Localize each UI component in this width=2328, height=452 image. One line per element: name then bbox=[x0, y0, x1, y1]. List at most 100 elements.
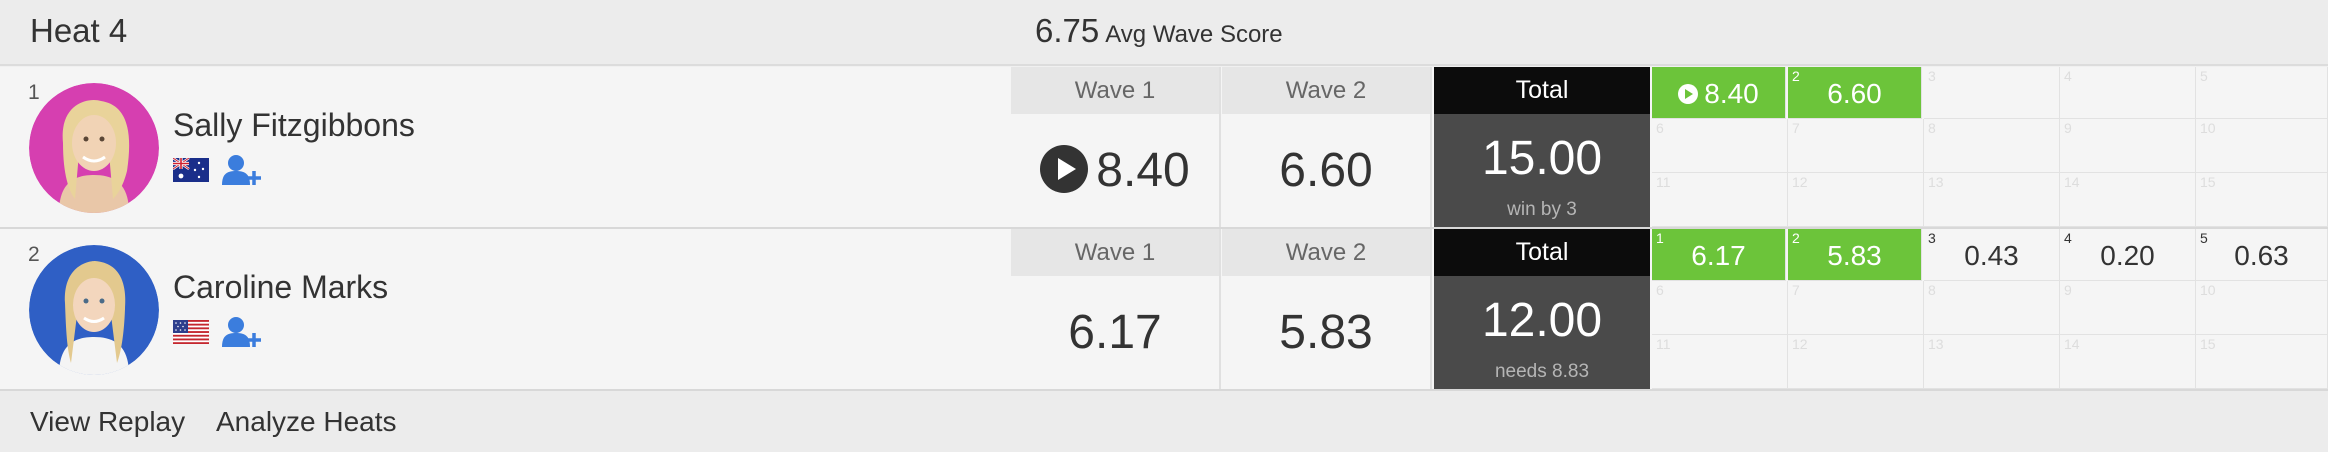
wave-2-score: 6.60 bbox=[1279, 144, 1373, 197]
wave-cell-number: 15 bbox=[2200, 336, 2216, 352]
total-header: Total bbox=[1434, 67, 1650, 114]
wave-cell-number: 7 bbox=[1792, 282, 1800, 298]
avg-score-value: 6.75 bbox=[1035, 12, 1100, 49]
wave-cell[interactable]: 3 0.43 bbox=[1924, 229, 2060, 281]
wave-cell-score: 0.20 bbox=[2100, 240, 2155, 271]
wave-cell[interactable]: 8.40 bbox=[1652, 67, 1786, 119]
wave-cell: 14 bbox=[2060, 173, 2196, 227]
follow-athlete-icon[interactable] bbox=[222, 315, 262, 347]
wave-2-header: Wave 2 bbox=[1222, 67, 1430, 114]
australia-flag-icon bbox=[173, 158, 209, 182]
wave-cell: 15 bbox=[2196, 335, 2328, 389]
total-note: needs 8.83 bbox=[1494, 361, 1590, 382]
total-column: Total 15.00 win by 3 bbox=[1434, 67, 1650, 227]
wave-1-score-value: 8.40 bbox=[1096, 144, 1190, 197]
athlete-seed: 1 bbox=[28, 81, 40, 104]
wave-cell: 4 bbox=[2060, 67, 2196, 119]
usa-flag-icon bbox=[173, 320, 209, 344]
wave-1-header: Wave 1 bbox=[1011, 67, 1219, 114]
wave-cell-number: 10 bbox=[2200, 282, 2216, 298]
wave-cell-score: 0.63 bbox=[2234, 240, 2289, 271]
wave-cell-number: 7 bbox=[1792, 120, 1800, 136]
wave-cell-score: 6.17 bbox=[1691, 240, 1746, 271]
wave-cell: 12 bbox=[1788, 335, 1924, 389]
play-replay-icon[interactable] bbox=[1040, 145, 1089, 194]
wave-cell-number: 12 bbox=[1792, 174, 1808, 190]
wave-1-score[interactable]: 8.40 bbox=[1011, 114, 1219, 227]
wave-cell-number: 8 bbox=[1928, 120, 1936, 136]
avatar bbox=[29, 245, 159, 375]
wave-cell-number: 12 bbox=[1792, 336, 1808, 352]
wave-cell-number: 8 bbox=[1928, 282, 1936, 298]
wave-cell-number: 5 bbox=[2200, 68, 2208, 84]
wave-cell-number: 6 bbox=[1656, 282, 1664, 298]
total-note: win by 3 bbox=[1507, 199, 1577, 220]
wave-cell-number: 14 bbox=[2064, 336, 2080, 352]
athlete-name[interactable]: Sally Fitzgibbons bbox=[173, 107, 415, 144]
wave-cell-number: 15 bbox=[2200, 174, 2216, 190]
wave-cell-number: 4 bbox=[2064, 68, 2072, 84]
analyze-heats-link[interactable]: Analyze Heats bbox=[216, 406, 397, 438]
wave-cell: 15 bbox=[2196, 173, 2328, 227]
wave-cell: 11 bbox=[1652, 173, 1788, 227]
total-score: 15.00 bbox=[1481, 132, 1603, 185]
wave-cell-number: 11 bbox=[1656, 174, 1671, 190]
view-replay-link[interactable]: View Replay bbox=[30, 406, 185, 438]
wave-cell-number: 13 bbox=[1928, 174, 1944, 190]
avg-score-label: Avg Wave Score bbox=[1105, 21, 1283, 48]
athlete-seed: 2 bbox=[28, 243, 40, 266]
wave-cell-score: 5.83 bbox=[1827, 240, 1882, 271]
wave-cell[interactable]: 4 0.20 bbox=[2060, 229, 2196, 281]
wave-cell: 13 bbox=[1924, 335, 2060, 389]
wave-1-column: Wave 1 8.40 bbox=[1011, 67, 1221, 227]
wave-cell[interactable]: 2 6.60 bbox=[1788, 67, 1922, 119]
wave-cell-score: 6.60 bbox=[1827, 78, 1882, 109]
wave-grid: 8.40 2 6.60 3 4 5 6 7 8 9 10 11 12 13 14… bbox=[1652, 67, 2328, 227]
wave-cell[interactable]: 2 5.83 bbox=[1788, 229, 1922, 281]
wave-cell: 6 bbox=[1652, 281, 1788, 335]
wave-cell: 6 bbox=[1652, 119, 1788, 173]
wave-cell-score: 0.43 bbox=[1964, 240, 2019, 271]
total-score: 12.00 bbox=[1481, 294, 1603, 347]
follow-athlete-icon[interactable] bbox=[222, 153, 262, 185]
wave-cell-number: 10 bbox=[2200, 120, 2216, 136]
wave-cell-number: 6 bbox=[1656, 120, 1664, 136]
wave-cell: 7 bbox=[1788, 119, 1924, 173]
wave-cell-number: 14 bbox=[2064, 174, 2080, 190]
wave-cell-number: 11 bbox=[1656, 336, 1671, 352]
wave-2-column: Wave 2 5.83 bbox=[1222, 229, 1432, 389]
wave-cell: 11 bbox=[1652, 335, 1788, 389]
wave-cell: 10 bbox=[2196, 119, 2328, 173]
athlete-row-1: 1 Sally Fitzgibbons Wave 1 8.40 Wave 2 6… bbox=[0, 67, 2328, 229]
wave-cell: 9 bbox=[2060, 281, 2196, 335]
wave-cell[interactable]: 1 6.17 bbox=[1652, 229, 1786, 281]
total-header: Total bbox=[1434, 229, 1650, 276]
avatar bbox=[29, 83, 159, 213]
total-column: Total 12.00 needs 8.83 bbox=[1434, 229, 1650, 389]
wave-2-column: Wave 2 6.60 bbox=[1222, 67, 1432, 227]
wave-cell-score: 8.40 bbox=[1704, 78, 1759, 109]
wave-cell: 9 bbox=[2060, 119, 2196, 173]
avg-wave-score: 6.75 Avg Wave Score bbox=[1035, 12, 1283, 50]
wave-cell: 12 bbox=[1788, 173, 1924, 227]
wave-cell: 13 bbox=[1924, 173, 2060, 227]
heat-title: Heat 4 bbox=[30, 12, 128, 49]
athlete-name[interactable]: Caroline Marks bbox=[173, 269, 388, 306]
heat-footer: View Replay Analyze Heats bbox=[0, 391, 2328, 452]
wave-cell: 8 bbox=[1924, 119, 2060, 173]
wave-cell-number: 3 bbox=[1928, 68, 1936, 84]
play-icon[interactable] bbox=[1678, 83, 1699, 104]
wave-grid: 1 6.17 2 5.83 3 0.43 4 0.20 5 0.63 6 7 8… bbox=[1652, 229, 2328, 389]
wave-cell: 5 bbox=[2196, 67, 2328, 119]
wave-cell-number: 13 bbox=[1928, 336, 1944, 352]
wave-cell: 7 bbox=[1788, 281, 1924, 335]
wave-cell[interactable]: 5 0.63 bbox=[2196, 229, 2328, 281]
wave-1-header: Wave 1 bbox=[1011, 229, 1219, 276]
wave-cell-number: 9 bbox=[2064, 282, 2072, 298]
wave-1-score: 6.17 bbox=[1068, 306, 1162, 359]
wave-2-header: Wave 2 bbox=[1222, 229, 1430, 276]
athlete-row-2: 2 Caroline Marks Wave 1 6.17 Wave 2 5.83… bbox=[0, 229, 2328, 391]
wave-cell-number: 9 bbox=[2064, 120, 2072, 136]
wave-cell: 3 bbox=[1924, 67, 2060, 119]
wave-1-column: Wave 1 6.17 bbox=[1011, 229, 1221, 389]
